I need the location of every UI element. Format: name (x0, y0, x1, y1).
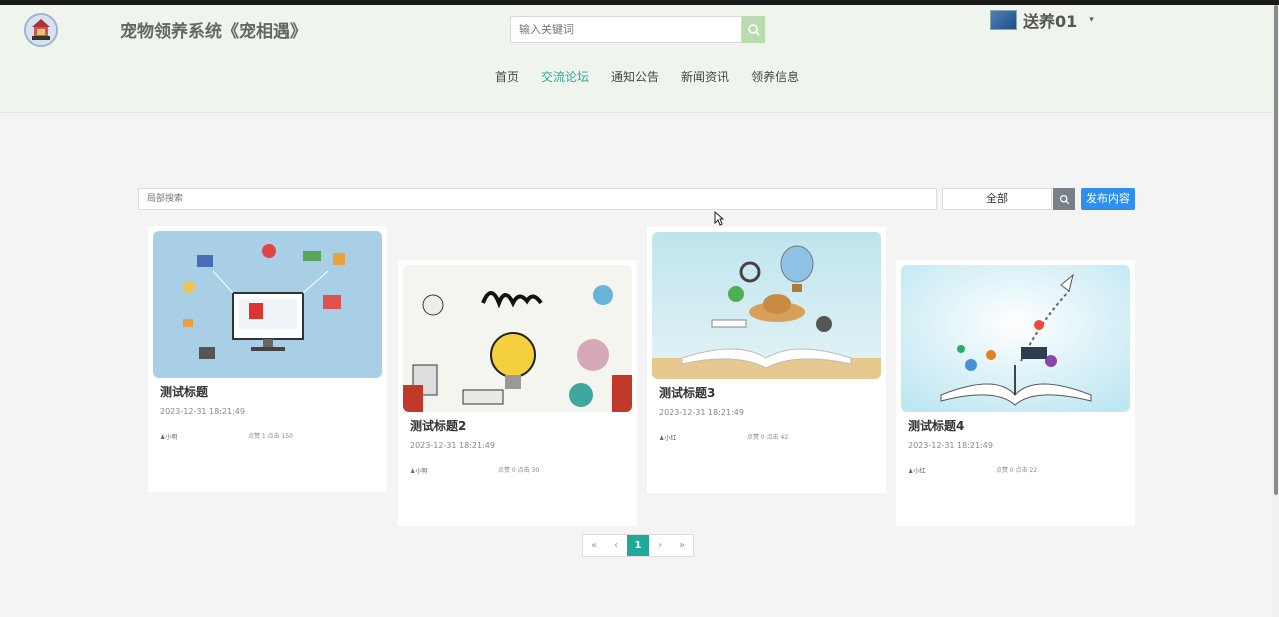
post-title[interactable]: 测试标题 (160, 383, 208, 400)
mouse-cursor-icon (714, 211, 724, 226)
header-search-input[interactable] (510, 16, 742, 43)
category-select[interactable]: 全部 (942, 188, 1052, 210)
post-date: 2023-12-31 18:21:49 (160, 407, 245, 416)
post-stats: 点赞 0 点击 30 (498, 467, 540, 474)
post-author: ♟小红 (908, 466, 925, 475)
post-image[interactable] (901, 265, 1130, 412)
local-search-input[interactable] (138, 188, 937, 210)
main-nav: 首页 交流论坛 通知公告 新闻资讯 领养信息 (495, 68, 821, 85)
header-search (510, 16, 765, 43)
post-date: 2023-12-31 18:21:49 (410, 441, 495, 450)
site-title: 宠物领养系统《宠相遇》 (120, 22, 307, 42)
user-menu[interactable]: 送养01 ▾ (990, 9, 1094, 31)
publish-button[interactable]: 发布内容 (1081, 188, 1135, 210)
post-date: 2023-12-31 18:21:49 (908, 441, 993, 450)
header-search-button[interactable] (742, 16, 765, 43)
post-card[interactable]: 测试标题4 2023-12-31 18:21:49 ♟小红 点赞 0 点击 22 (896, 260, 1135, 526)
post-author-name: 小红 (664, 435, 677, 442)
post-title[interactable]: 测试标题4 (908, 417, 964, 434)
post-author-name: 小红 (913, 468, 926, 475)
post-author: ♟小红 (659, 433, 676, 442)
search-icon (747, 23, 760, 36)
pagination-next[interactable]: › (649, 535, 671, 556)
post-image[interactable] (153, 231, 382, 378)
nav-item-notices[interactable]: 通知公告 (611, 68, 659, 85)
post-date: 2023-12-31 18:21:49 (659, 408, 744, 417)
post-stats: 点赞 0 点击 22 (996, 467, 1038, 474)
post-image[interactable] (652, 232, 881, 379)
nav-item-forum[interactable]: 交流论坛 (541, 68, 589, 85)
chevron-down-icon[interactable]: ▾ (1089, 15, 1094, 25)
nav-item-home[interactable]: 首页 (495, 68, 519, 85)
post-card[interactable]: 测试标题 2023-12-31 18:21:49 ♟小明 点赞 1 点击 150 (148, 226, 387, 492)
logo-emblem-icon[interactable] (24, 13, 58, 47)
post-author-name: 小明 (415, 468, 428, 475)
nav-item-adoption[interactable]: 领养信息 (751, 68, 799, 85)
scrollbar-thumb[interactable] (1274, 5, 1278, 495)
site-header: 宠物领养系统《宠相遇》 送养01 ▾ 首页 交流论坛 通知公告 新闻资讯 领养信… (0, 5, 1272, 113)
post-title[interactable]: 测试标题3 (659, 384, 715, 401)
post-stats: 点赞 0 点击 42 (747, 434, 789, 441)
pagination: « ‹ 1 › » (582, 534, 694, 557)
pagination-prev[interactable]: ‹ (605, 535, 627, 556)
post-title[interactable]: 测试标题2 (410, 417, 466, 434)
search-icon (1059, 194, 1069, 204)
nav-item-news[interactable]: 新闻资讯 (681, 68, 729, 85)
post-author-name: 小明 (165, 434, 178, 441)
post-author: ♟小明 (410, 466, 427, 475)
post-card[interactable]: 测试标题2 2023-12-31 18:21:49 ♟小明 点赞 0 点击 30 (398, 260, 637, 526)
pagination-first[interactable]: « (583, 535, 605, 556)
post-author: ♟小明 (160, 432, 177, 441)
filter-search-button[interactable] (1053, 188, 1075, 210)
post-card[interactable]: 测试标题3 2023-12-31 18:21:49 ♟小红 点赞 0 点击 42 (647, 227, 886, 493)
user-name[interactable]: 送养01 (1023, 8, 1077, 32)
user-avatar[interactable] (990, 10, 1017, 30)
post-image[interactable] (403, 265, 632, 412)
pagination-last[interactable]: » (671, 535, 693, 556)
post-stats: 点赞 1 点击 150 (248, 433, 293, 440)
pagination-page-current[interactable]: 1 (627, 535, 649, 556)
